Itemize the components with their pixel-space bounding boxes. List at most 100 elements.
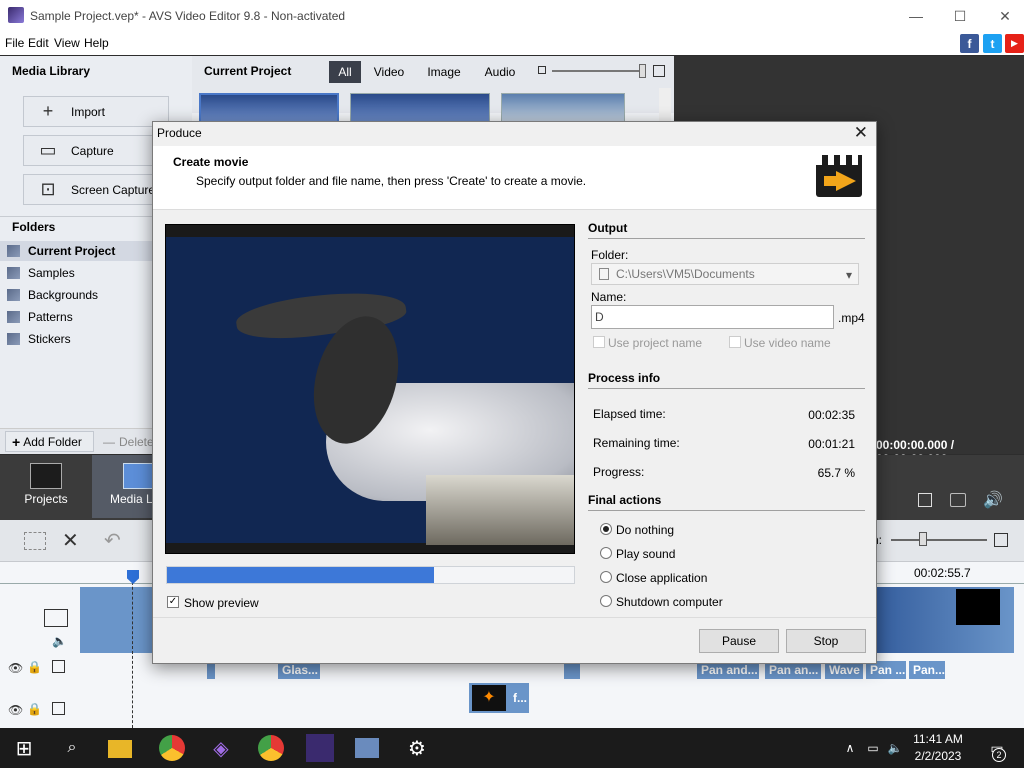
thumbnail-size-slider[interactable]: [552, 70, 646, 72]
effects-track-icon: [52, 660, 65, 673]
mute-icon[interactable]: 🔈: [52, 634, 67, 648]
media-thumbnail[interactable]: [350, 93, 490, 123]
stop-button[interactable]: Stop: [786, 629, 866, 653]
eye-icon[interactable]: 👁: [8, 703, 23, 717]
folder-icon: [7, 333, 20, 345]
app-icon: [8, 7, 24, 23]
preview-launch-structure: [426, 475, 574, 545]
large-thumb-icon[interactable]: [653, 65, 665, 77]
avs-taskbar-icon[interactable]: [306, 734, 334, 762]
tab-image[interactable]: Image: [420, 61, 468, 83]
remaining-time-value: 00:01:21: [808, 437, 855, 451]
media-thumbnail[interactable]: [501, 93, 625, 123]
folder-select[interactable]: C:\Users\VM5\Documents ▾: [591, 263, 859, 285]
close-application-label: Close application: [616, 571, 708, 585]
do-nothing-radio[interactable]: [600, 523, 612, 535]
facebook-icon[interactable]: f: [960, 34, 979, 53]
play-sound-radio[interactable]: [600, 547, 612, 559]
arrow-icon: [836, 171, 856, 191]
fx-chip[interactable]: Pan...: [909, 661, 945, 679]
volume-icon[interactable]: 🔊: [983, 490, 1003, 510]
fullscreen-icon[interactable]: [918, 493, 932, 507]
folder-icon: [7, 267, 20, 279]
minimize-button[interactable]: —: [893, 0, 939, 32]
visual-studio-icon[interactable]: ◈: [208, 735, 234, 761]
close-icon[interactable]: ✕: [854, 123, 868, 143]
fit-timeline-icon[interactable]: [994, 533, 1008, 547]
chrome-icon[interactable]: [159, 735, 185, 761]
speaker-icon[interactable]: 🔈: [882, 735, 908, 761]
tab-audio[interactable]: Audio: [478, 61, 522, 83]
menu-file[interactable]: File: [5, 36, 24, 50]
close-application-radio[interactable]: [600, 571, 612, 583]
snapshot-icon[interactable]: [950, 493, 966, 507]
search-icon[interactable]: ⌕: [59, 735, 85, 761]
settings-gear-icon[interactable]: ⚙: [404, 735, 430, 761]
file-explorer-icon[interactable]: [108, 740, 132, 758]
image-viewer-icon[interactable]: [355, 738, 379, 758]
twitter-icon[interactable]: t: [983, 34, 1002, 53]
menu-view[interactable]: View: [54, 36, 80, 50]
close-button[interactable]: ✕: [982, 0, 1024, 32]
projects-mode-button[interactable]: Projects: [0, 455, 92, 518]
menu-help[interactable]: Help: [84, 36, 109, 50]
title-bar: Sample Project.vep* - AVS Video Editor 9…: [0, 0, 1024, 32]
folder-patterns[interactable]: Patterns: [0, 307, 160, 327]
name-input[interactable]: [591, 305, 834, 329]
lock-icon[interactable]: 🔒: [27, 702, 42, 716]
slider-handle[interactable]: [639, 64, 646, 78]
maximize-button[interactable]: ☐: [937, 0, 983, 32]
capture-label: Capture: [71, 143, 114, 158]
capture-button[interactable]: ▭ Capture: [23, 135, 169, 166]
timeline-timestamp: 00:02:55.7: [914, 566, 971, 580]
final-actions-title: Final actions: [588, 493, 865, 511]
tab-video[interactable]: Video: [368, 61, 410, 83]
import-label: Import: [71, 104, 106, 119]
clock[interactable]: 11:41 AM 2/2/2023: [907, 731, 969, 765]
storyboard-icon[interactable]: [24, 532, 46, 550]
notification-count-badge: 2: [992, 748, 1006, 762]
pause-button[interactable]: Pause: [699, 629, 779, 653]
media-thumbnail[interactable]: [199, 93, 339, 123]
use-video-name-checkbox[interactable]: [729, 336, 741, 348]
windows-start-icon[interactable]: ⊞: [11, 735, 37, 761]
youtube-icon[interactable]: ▶: [1005, 34, 1024, 53]
eye-icon[interactable]: 👁: [8, 661, 23, 675]
shutdown-computer-radio[interactable]: [600, 595, 612, 607]
zoom-handle[interactable]: [919, 532, 927, 546]
scrollbar[interactable]: [659, 88, 671, 124]
chrome-profile-icon[interactable]: [258, 735, 284, 761]
use-project-name-checkbox[interactable]: [593, 336, 605, 348]
import-button[interactable]: + Import: [23, 96, 169, 127]
folder-icon: [599, 268, 609, 280]
show-preview-checkbox[interactable]: ✓: [167, 596, 179, 608]
overlay-clip[interactable]: ✦ f...: [469, 683, 529, 713]
black-clip[interactable]: [956, 589, 1000, 625]
screen-capture-label: Screen Capture: [71, 182, 156, 197]
folder-samples[interactable]: Samples: [0, 263, 160, 283]
screen-capture-button[interactable]: ⊡ Screen Capture: [23, 174, 169, 205]
delete-icon[interactable]: ✕: [62, 528, 79, 553]
clapper-icon: [30, 463, 62, 489]
lock-icon[interactable]: 🔒: [27, 660, 42, 674]
plus-icon: +: [42, 101, 54, 121]
zoom-slider[interactable]: [891, 539, 987, 541]
dialog-divider: [153, 617, 876, 618]
process-info-title: Process info: [588, 371, 865, 389]
video-preview: [165, 224, 575, 554]
video-track-icon: [44, 609, 68, 627]
shutdown-computer-label: Shutdown computer: [616, 595, 723, 609]
current-project-title: Current Project: [204, 64, 292, 78]
do-nothing-label: Do nothing: [616, 523, 675, 537]
folder-stickers[interactable]: Stickers: [0, 329, 160, 349]
extension-label: .mp4: [838, 311, 865, 325]
folder-backgrounds[interactable]: Backgrounds: [0, 285, 160, 305]
add-folder-button[interactable]: + Add Folder: [5, 431, 94, 452]
undo-icon[interactable]: ↶: [104, 528, 121, 553]
tab-all[interactable]: All: [329, 61, 361, 83]
clapper-stripes: [816, 155, 862, 165]
folder-current-project[interactable]: Current Project: [0, 241, 160, 261]
video-track-clip[interactable]: [80, 587, 152, 653]
small-thumb-icon[interactable]: [538, 66, 546, 74]
menu-edit[interactable]: Edit: [28, 36, 49, 50]
